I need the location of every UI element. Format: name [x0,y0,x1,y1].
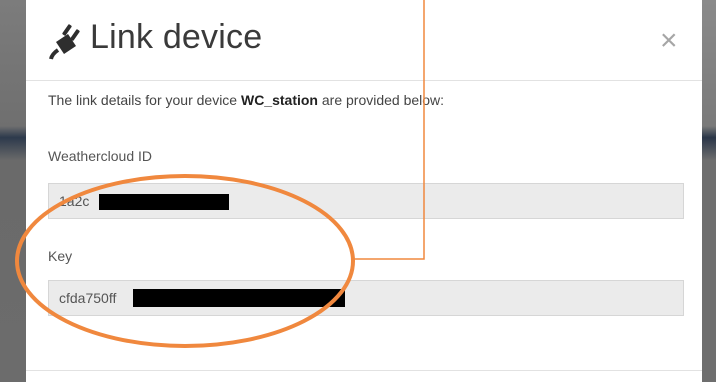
close-icon[interactable]: × [660,26,678,56]
weathercloud-id-value: 1a2c [59,193,90,209]
plug-icon [49,24,80,60]
link-device-dialog: Link device × The link details for your … [26,0,702,382]
key-label: Key [48,248,73,264]
dialog-header: Link device × [26,0,702,81]
key-value: cfda750ff [59,290,117,306]
modal-backdrop-left[interactable] [0,0,26,382]
dialog-description: The link details for your device WC_stat… [48,92,444,108]
modal-backdrop-right[interactable] [702,0,716,382]
description-prefix: The link details for your device [48,92,241,108]
weathercloud-id-field[interactable]: 1a2c [48,183,684,219]
key-field[interactable]: cfda750ff [48,280,684,316]
dialog-footer-divider [26,370,702,371]
redaction-bar [133,289,345,307]
dialog-title: Link device [90,18,263,56]
description-suffix: are provided below: [317,92,445,108]
device-name: WC_station [240,92,318,108]
redaction-bar [99,194,229,210]
screen: Link device × The link details for your … [0,0,716,382]
weathercloud-id-label: Weathercloud ID [48,148,153,164]
